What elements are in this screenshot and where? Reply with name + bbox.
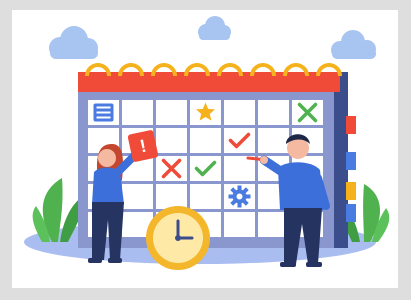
calendar-cell — [122, 184, 153, 209]
gear-icon — [228, 185, 251, 208]
illustration-card: ! — [12, 10, 398, 288]
calendar-cell — [122, 100, 153, 125]
calendar-cell — [190, 156, 221, 181]
calendar-cell — [258, 128, 289, 153]
calendar-side-tabs — [346, 116, 356, 222]
calendar-cell — [224, 128, 255, 153]
calendar-cell — [156, 128, 187, 153]
calendar-spine — [334, 72, 348, 248]
cloud-left-icon — [49, 26, 98, 59]
calendar-cell — [258, 100, 289, 125]
calendar-cell — [156, 184, 187, 209]
list-icon — [93, 103, 114, 122]
calendar-tab — [346, 204, 356, 222]
calendar-tab — [346, 116, 356, 134]
calendar-cell — [190, 184, 221, 209]
calendar-tab — [346, 182, 356, 200]
calendar-cell — [224, 212, 255, 237]
calendar-tab — [346, 152, 356, 170]
calendar-cell — [190, 128, 221, 153]
clock-icon — [146, 206, 210, 270]
calendar-cell — [224, 100, 255, 125]
cloud-right-icon — [331, 30, 376, 59]
cloud-center-icon — [198, 16, 231, 40]
calendar-cell — [156, 100, 187, 125]
calendar-scheduling-illustration: ! — [24, 16, 390, 270]
